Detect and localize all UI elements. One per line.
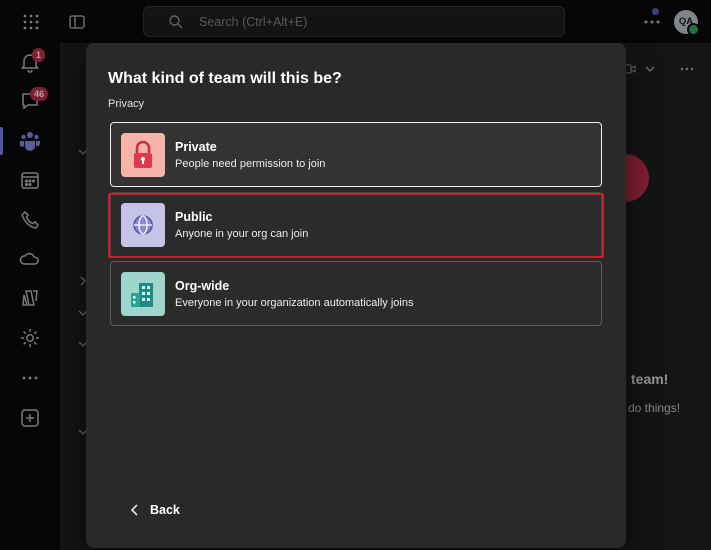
option-label: Org-wide [175, 279, 230, 293]
globe-icon [121, 203, 165, 247]
lock-icon [121, 133, 165, 177]
option-label: Private [175, 140, 217, 154]
privacy-label: Privacy [108, 98, 145, 110]
back-label: Back [150, 503, 180, 517]
option-private[interactable]: Private People need permission to join [110, 122, 602, 187]
building-icon [121, 272, 165, 316]
option-public[interactable]: Public Anyone in your org can join [110, 192, 602, 257]
option-label: Public [175, 210, 213, 224]
option-org-wide[interactable]: Org-wide Everyone in your organization a… [110, 261, 602, 326]
option-description: People need permission to join [175, 158, 326, 170]
create-team-dialog: What kind of team will this be? Privacy … [86, 43, 626, 548]
option-description: Everyone in your organization automatica… [175, 297, 414, 309]
option-description: Anyone in your org can join [175, 228, 309, 240]
chevron-left-icon [130, 504, 138, 516]
dialog-title: What kind of team will this be? [108, 70, 342, 87]
